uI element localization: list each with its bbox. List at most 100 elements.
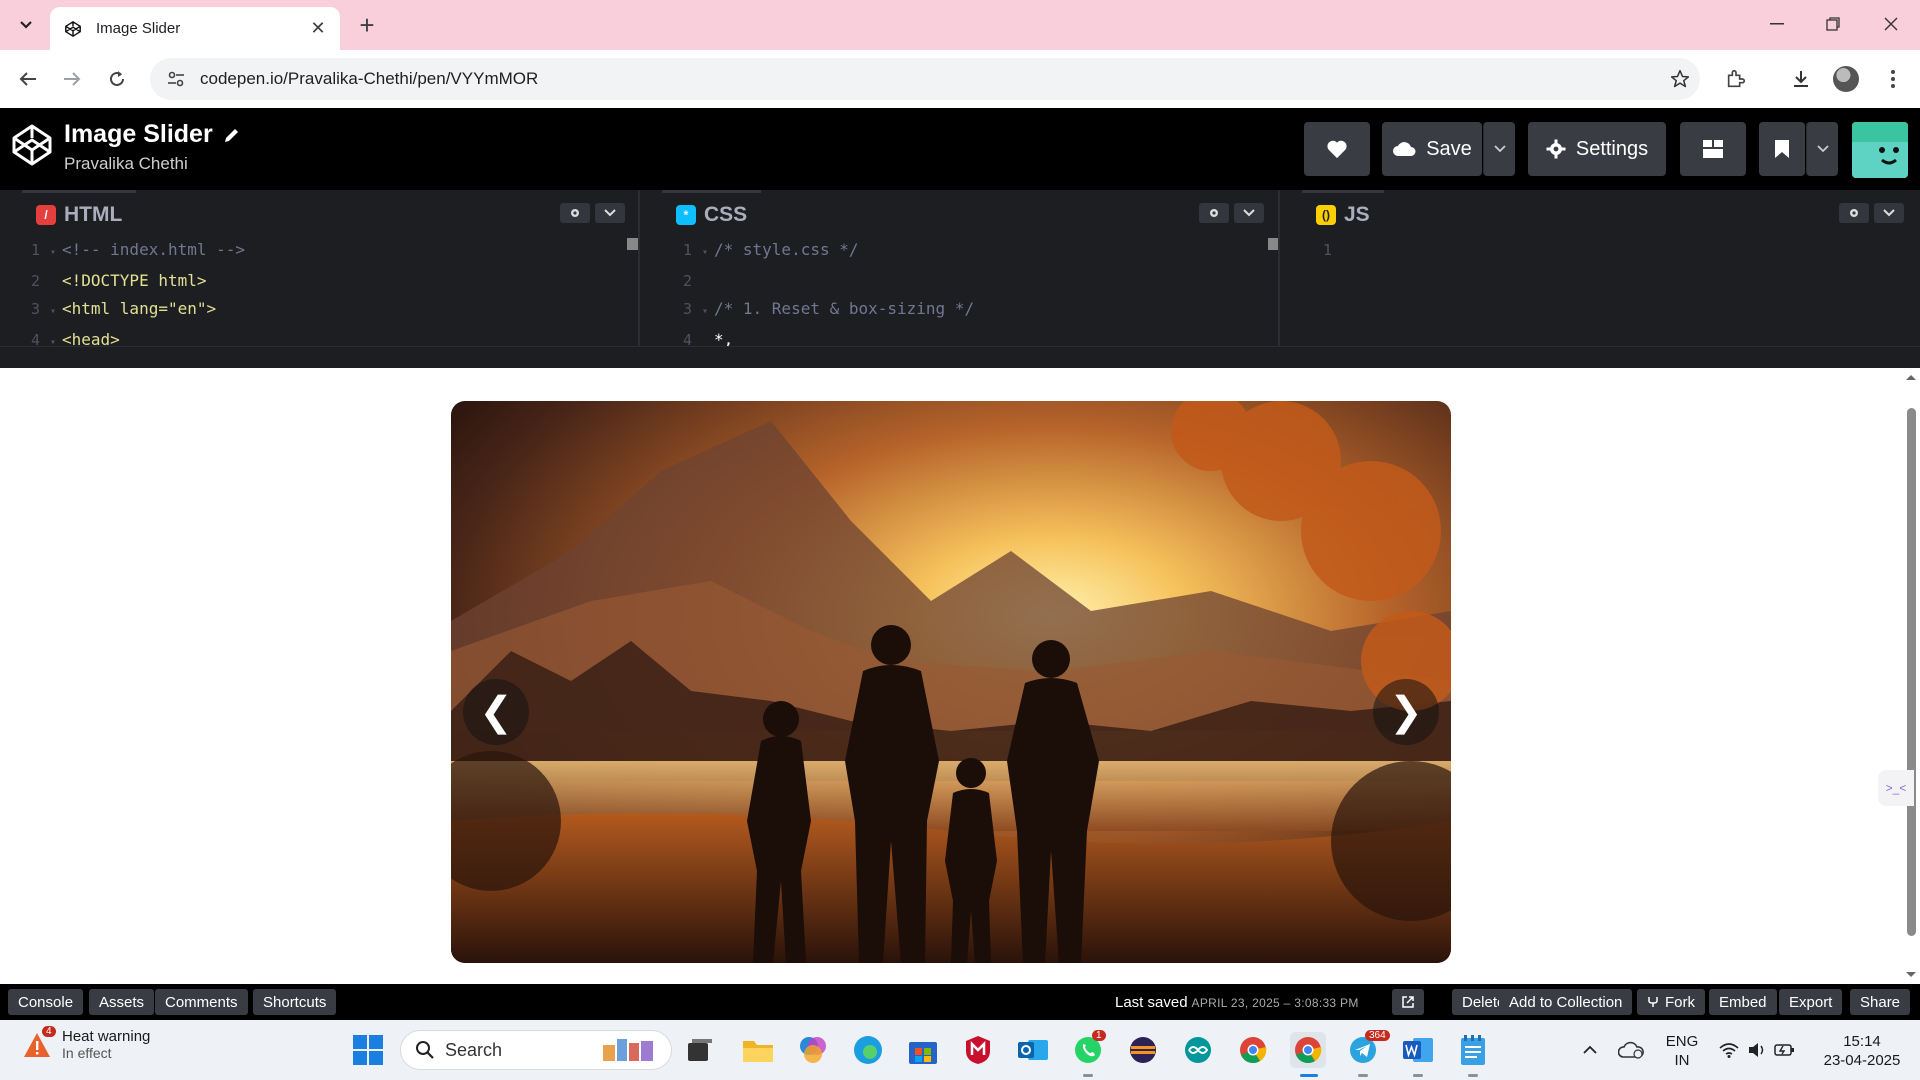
js-code[interactable]: 1 bbox=[1302, 236, 1920, 264]
change-view-button[interactable] bbox=[1680, 122, 1746, 176]
browser-tab[interactable]: Image Slider ✕ bbox=[50, 7, 340, 50]
eclipse-icon[interactable] bbox=[1125, 1032, 1161, 1068]
side-panel-toggle-icon[interactable]: >_< bbox=[1878, 770, 1914, 806]
css-scroll-thumb[interactable] bbox=[1268, 238, 1278, 250]
restore-button[interactable] bbox=[1810, 8, 1856, 40]
js-collapse-icon[interactable] bbox=[1874, 203, 1904, 223]
download-icon[interactable] bbox=[1785, 63, 1817, 95]
tab-close-icon[interactable]: ✕ bbox=[308, 18, 328, 39]
url-text[interactable]: codepen.io/Pravalika-Chethi/pen/VYYmMOR bbox=[200, 69, 1660, 89]
html-editor[interactable]: / HTML 1 ▾ <!-- index.html --> 2 <!DOCTYPE … bbox=[0, 190, 640, 346]
comments-button[interactable]: Comments bbox=[155, 989, 248, 1015]
scroll-up-icon[interactable] bbox=[1902, 372, 1920, 382]
language-top: ENG bbox=[1665, 1033, 1699, 1050]
scroll-down-icon[interactable] bbox=[1902, 970, 1920, 980]
open-in-new-window-button[interactable] bbox=[1392, 989, 1424, 1015]
js-settings-icon[interactable] bbox=[1839, 203, 1869, 223]
js-editor[interactable]: () JS 1 bbox=[1302, 190, 1920, 346]
js-editor-tab[interactable]: () JS bbox=[1302, 190, 1384, 236]
windows-start-button[interactable] bbox=[350, 1032, 386, 1068]
telegram-badge: 364 bbox=[1365, 1030, 1390, 1041]
new-tab-button[interactable]: + bbox=[352, 10, 382, 40]
css-editor-label: CSS bbox=[704, 202, 748, 226]
arduino-icon[interactable] bbox=[1180, 1032, 1216, 1068]
browser-menu-icon[interactable] bbox=[1877, 63, 1909, 95]
preview-scroll-thumb[interactable] bbox=[1907, 408, 1916, 936]
html-code[interactable]: 1 ▾ <!-- index.html --> 2 <!DOCTYPE html> 3… bbox=[0, 236, 638, 346]
save-button[interactable]: Save bbox=[1382, 122, 1482, 176]
mcafee-icon[interactable] bbox=[960, 1032, 996, 1068]
close-window-button[interactable] bbox=[1868, 8, 1914, 40]
user-avatar[interactable] bbox=[1852, 122, 1908, 178]
show-hidden-icons-button[interactable] bbox=[1575, 1032, 1605, 1068]
export-button[interactable]: Export bbox=[1779, 989, 1843, 1015]
battery-icon[interactable] bbox=[1772, 1032, 1798, 1068]
settings-button[interactable]: Settings bbox=[1528, 122, 1666, 176]
microsoft-store-icon[interactable] bbox=[905, 1032, 941, 1068]
pen-author[interactable]: Pravalika Chethi bbox=[64, 154, 188, 174]
like-button[interactable] bbox=[1304, 122, 1370, 176]
html-badge-icon: / bbox=[36, 204, 56, 225]
preview-scrollbar[interactable] bbox=[1902, 368, 1920, 984]
editor-resize-handle[interactable] bbox=[0, 346, 1920, 368]
html-collapse-icon[interactable] bbox=[595, 203, 625, 223]
shortcuts-button[interactable]: Shortcuts bbox=[253, 989, 337, 1015]
clock[interactable]: 15:14 23-04-2025 bbox=[1814, 1032, 1910, 1070]
pencil-icon[interactable] bbox=[223, 126, 241, 144]
bookmark-options-button[interactable] bbox=[1806, 122, 1838, 176]
address-bar[interactable]: codepen.io/Pravalika-Chethi/pen/VYYmMOR bbox=[150, 58, 1700, 100]
tab-search-button[interactable] bbox=[12, 11, 40, 39]
html-scroll-thumb[interactable] bbox=[627, 238, 638, 250]
css-editor[interactable]: * CSS 1 ▾/* style.css */ 2 3 ▾/* 1. Reset … bbox=[662, 190, 1280, 346]
copilot-icon[interactable] bbox=[795, 1032, 831, 1068]
notepad-running-indicator bbox=[1468, 1074, 1478, 1077]
language-bottom: IN bbox=[1674, 1052, 1690, 1069]
image-slider: ❮ ❯ bbox=[451, 401, 1451, 963]
site-info-icon[interactable] bbox=[164, 67, 188, 91]
taskbar-search[interactable]: Search bbox=[400, 1030, 672, 1070]
css-settings-icon[interactable] bbox=[1199, 203, 1229, 223]
file-explorer-icon[interactable] bbox=[740, 1032, 776, 1068]
save-options-button[interactable] bbox=[1483, 122, 1515, 176]
word-icon[interactable] bbox=[1400, 1032, 1436, 1068]
notepad-icon[interactable] bbox=[1455, 1032, 1491, 1068]
pen-title[interactable]: Image Slider bbox=[64, 120, 241, 149]
embed-button[interactable]: Embed bbox=[1709, 989, 1777, 1015]
language-indicator[interactable]: ENG IN bbox=[1664, 1032, 1700, 1070]
css-collapse-icon[interactable] bbox=[1234, 203, 1264, 223]
reload-icon bbox=[110, 71, 124, 86]
back-button[interactable] bbox=[12, 63, 44, 95]
css-editor-tab[interactable]: * CSS bbox=[662, 190, 762, 236]
extensions-icon[interactable] bbox=[1720, 63, 1752, 95]
chrome-icon[interactable] bbox=[1235, 1032, 1271, 1068]
bookmark-star-icon[interactable] bbox=[1660, 59, 1700, 99]
chrome-active-icon[interactable] bbox=[1290, 1032, 1326, 1068]
onedrive-icon[interactable] bbox=[1614, 1032, 1648, 1068]
prev-slide-button[interactable]: ❮ bbox=[463, 679, 529, 745]
css-code[interactable]: 1 ▾/* style.css */ 2 3 ▾/* 1. Reset & box-… bbox=[662, 236, 1278, 346]
outlook-icon[interactable] bbox=[1015, 1032, 1051, 1068]
fork-label: Fork bbox=[1665, 993, 1695, 1011]
profile-photo-icon bbox=[1833, 66, 1859, 92]
volume-icon[interactable] bbox=[1744, 1032, 1770, 1068]
next-slide-button[interactable]: ❯ bbox=[1373, 679, 1439, 745]
weather-widget[interactable]: 4 Heat warning In effect bbox=[22, 1026, 150, 1061]
codepen-logo-icon[interactable] bbox=[10, 123, 54, 167]
console-button[interactable]: Console bbox=[8, 989, 84, 1015]
forward-button[interactable] bbox=[56, 63, 88, 95]
share-button[interactable]: Share bbox=[1850, 989, 1911, 1015]
fork-button[interactable]: Fork bbox=[1637, 989, 1705, 1015]
minimize-button[interactable] bbox=[1754, 8, 1800, 40]
pen-title-text: Image Slider bbox=[64, 120, 213, 148]
edge-browser-icon[interactable] bbox=[850, 1032, 886, 1068]
reload-button[interactable] bbox=[101, 63, 133, 95]
task-view-icon[interactable] bbox=[682, 1032, 718, 1068]
add-to-collection-button[interactable]: Add to Collection bbox=[1499, 989, 1633, 1015]
html-editor-tab[interactable]: / HTML bbox=[22, 190, 137, 236]
html-settings-icon[interactable] bbox=[560, 203, 590, 223]
assets-button[interactable]: Assets bbox=[89, 989, 155, 1015]
profile-avatar[interactable] bbox=[1830, 63, 1862, 95]
bookmark-button[interactable] bbox=[1759, 122, 1805, 176]
code-line: <!-- index.html --> bbox=[62, 240, 246, 259]
wifi-icon[interactable] bbox=[1716, 1032, 1742, 1068]
